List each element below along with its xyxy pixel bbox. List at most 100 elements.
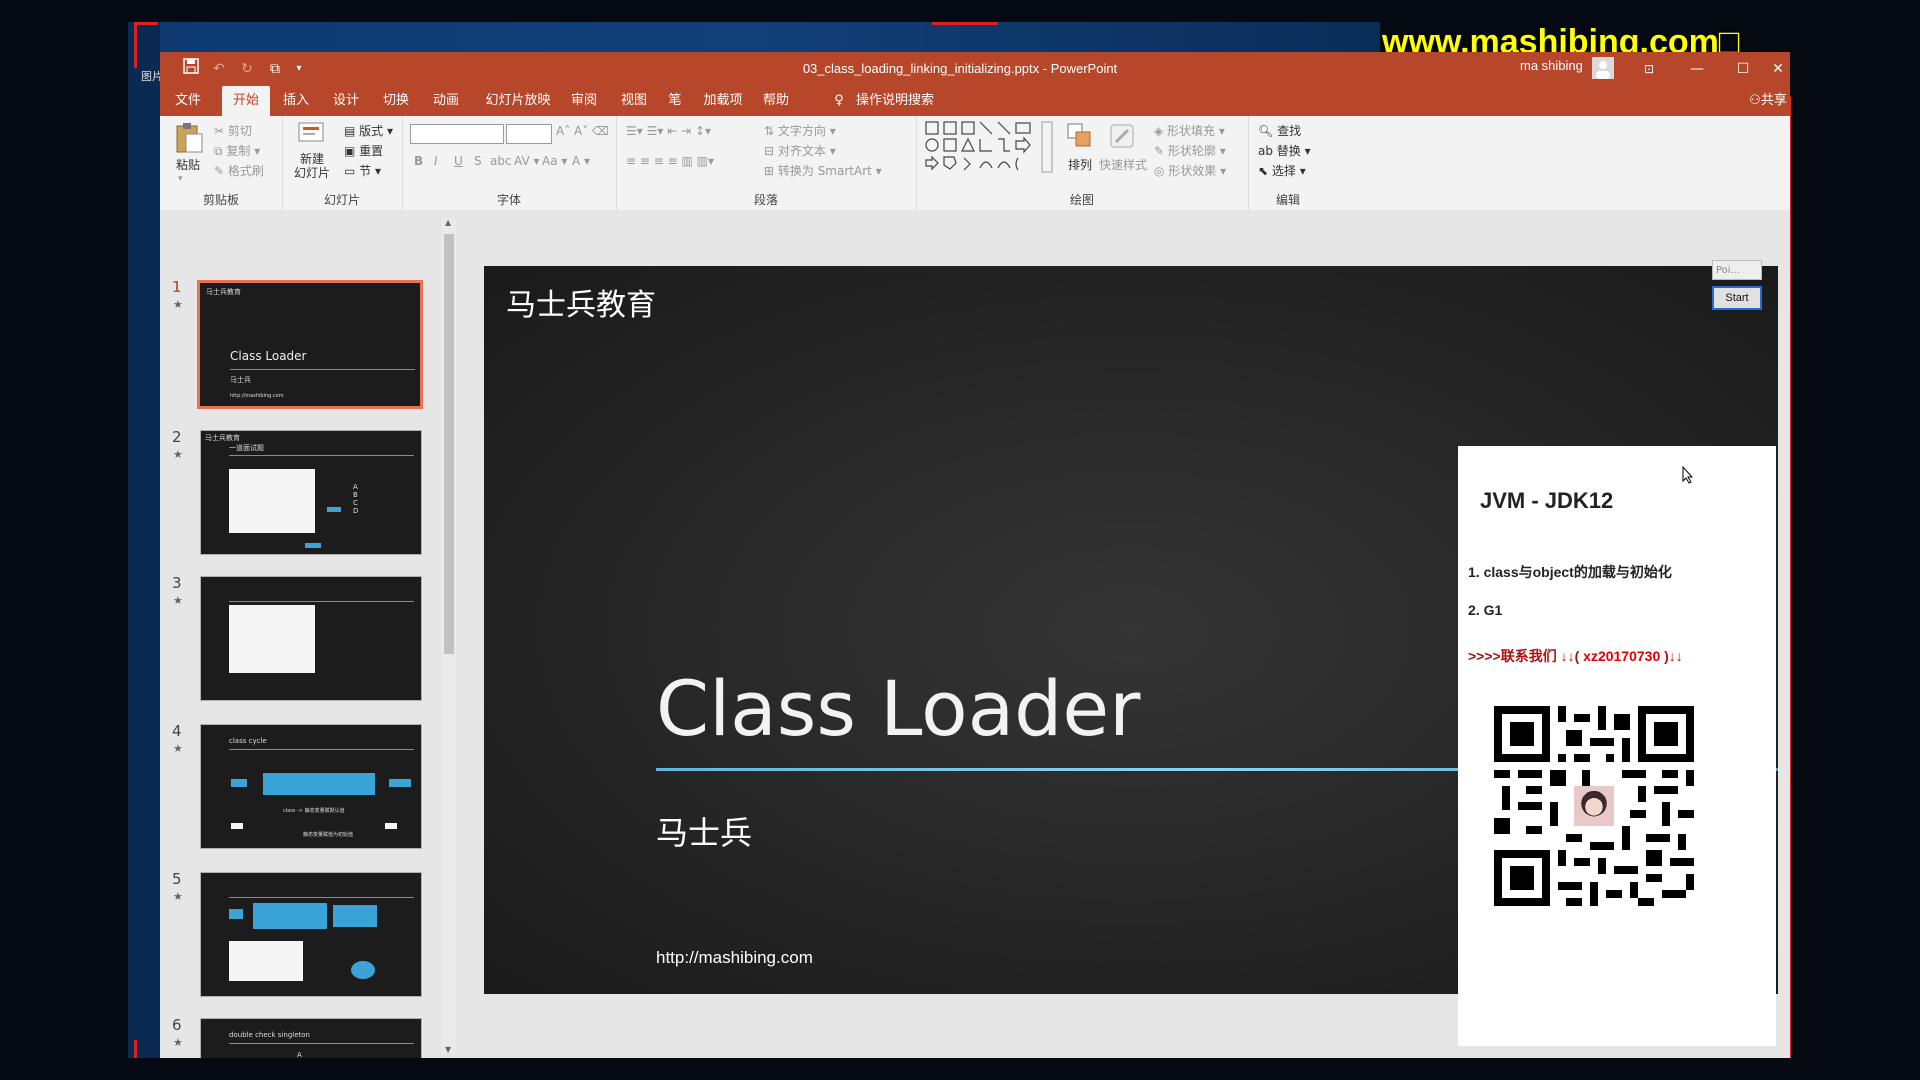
thumb-number: 2 (172, 428, 182, 446)
group-paragraph: ☰▾ ☰▾ ⇤ ⇥ ↕▾ ≡ ≡ ≡ ≡ ▥ ▥▾ ⇅ 文字方向 ▾ ⊟ 对齐文… (616, 116, 917, 210)
customize-qat-icon[interactable]: ▾ (288, 58, 310, 80)
thumb-number: 6 (172, 1016, 182, 1034)
tab-animations[interactable]: 动画 (426, 86, 466, 116)
tell-me-search[interactable]: 操作说明搜索 (856, 86, 956, 116)
pointer-input[interactable]: Poi... (1712, 260, 1762, 280)
paste-label[interactable]: 粘贴 (170, 156, 206, 173)
panel-title: JVM - JDK12 (1480, 488, 1614, 513)
panel-contact: >>>>联系我们 ↓↓( xz20170730 )↓↓ (1468, 648, 1683, 664)
redo-icon[interactable]: ↻ (236, 58, 258, 80)
present-from-start-icon[interactable]: ⧉ (264, 58, 286, 80)
new-slide-label[interactable]: 新建 幻灯片 (290, 152, 334, 180)
font-size-input[interactable] (506, 124, 552, 144)
format-painter-button[interactable]: ✎ 格式刷 (214, 162, 264, 179)
section-button[interactable]: ▭ 节 ▾ (344, 162, 381, 179)
layout-button[interactable]: ▤ 版式 ▾ (344, 122, 393, 139)
slide-brand[interactable]: 马士兵教育 (506, 280, 656, 324)
group-label: 编辑 (1275, 193, 1300, 207)
maximize-button[interactable]: ☐ (1720, 52, 1766, 86)
bullets-button[interactable]: ☰▾ ☰▾ ⇤ ⇥ ↕▾ (626, 124, 711, 138)
user-name[interactable]: ma shibing (1520, 58, 1583, 73)
cut-button[interactable]: ✂ 剪切 (214, 122, 252, 139)
group-label: 字体 (496, 193, 521, 207)
quick-styles-label[interactable]: 快速样式 (1098, 156, 1148, 173)
new-slide-icon[interactable] (298, 122, 328, 150)
slide-url[interactable]: http://mashibing.com (656, 948, 813, 968)
group-label: 绘图 (1069, 193, 1094, 207)
group-drawing: 排列 快速样式 ◈ 形状填充 ▾ ✎ 形状轮廓 ▾ ◎ 形状效果 ▾ 绘图 (916, 116, 1249, 210)
align-text-button[interactable]: ⊟ 对齐文本 ▾ (764, 142, 836, 159)
group-font: A˄ A˅ ⌫ B I U S abc AV ▾ Aa ▾ A ▾ 字体 (402, 116, 617, 210)
find-button[interactable]: 🔍︎ 查找 (1258, 122, 1301, 139)
italic-button[interactable]: I (434, 154, 438, 168)
panel-item-1: 1. class与object的加载与初始化 (1468, 564, 1672, 580)
underline-button[interactable]: U (454, 154, 463, 168)
quick-styles-icon[interactable] (1108, 122, 1136, 150)
tab-slideshow[interactable]: 幻灯片放映 (482, 86, 554, 116)
bold-button[interactable]: B (414, 154, 423, 168)
lightbulb-icon: ♀ (834, 93, 844, 108)
tab-view[interactable]: 视图 (614, 86, 654, 116)
shape-fill-button[interactable]: ◈ 形状填充 ▾ (1154, 122, 1225, 139)
start-button[interactable]: Start (1712, 286, 1762, 310)
char-spacing-button[interactable]: AV ▾ (514, 154, 540, 168)
thumb-number-selected: 1 (172, 278, 182, 296)
slide-thumbnail-3[interactable] (200, 576, 422, 701)
paste-icon[interactable] (174, 122, 204, 154)
share-button[interactable]: ⚇共享 (1748, 86, 1788, 116)
minimize-button[interactable]: — (1674, 52, 1720, 86)
thumbnails-scrollbar[interactable]: ▲ ▼ (442, 218, 456, 1054)
tab-design[interactable]: 设计 (326, 86, 366, 116)
background-window-edge (128, 22, 160, 1058)
avatar[interactable] (1592, 57, 1614, 79)
convert-smartart-button[interactable]: ⊞ 转换为 SmartArt ▾ (764, 162, 882, 179)
change-case-button[interactable]: Aa ▾ (542, 154, 567, 168)
font-size-controls[interactable]: A˄ A˅ ⌫ (556, 124, 609, 138)
save-icon[interactable] (180, 58, 202, 80)
slide-author[interactable]: 马士兵 (656, 808, 752, 854)
slide-thumbnail-2[interactable]: 马士兵教育 一道面试题 A B C D (200, 430, 422, 555)
scrollbar-thumb[interactable] (444, 234, 454, 654)
ribbon-display-options-icon[interactable]: ⊡ (1626, 52, 1672, 86)
shape-effects-button[interactable]: ◎ 形状效果 ▾ (1154, 162, 1226, 179)
shadow-button[interactable]: S (474, 154, 482, 168)
strikethrough-button[interactable]: abc (490, 154, 512, 168)
reset-button[interactable]: ▣ 重置 (344, 142, 383, 159)
alignment-buttons[interactable]: ≡ ≡ ≡ ≡ ▥ ▥▾ (626, 154, 714, 168)
arrange-icon[interactable] (1066, 122, 1094, 150)
font-name-input[interactable] (410, 124, 504, 144)
arrange-label[interactable]: 排列 (1062, 156, 1098, 173)
scroll-down-icon[interactable]: ▼ (445, 1045, 451, 1054)
slide-thumbnail-4[interactable]: class cycle class -> 静态变量赋默认值 静态变量赋值为初始值 (200, 724, 422, 849)
tab-home[interactable]: 开始 (222, 86, 270, 116)
qr-code (1494, 706, 1694, 906)
animation-star-icon: ★ (173, 298, 183, 311)
close-button[interactable]: ✕ (1766, 52, 1790, 86)
tab-help[interactable]: 帮助 (756, 86, 796, 116)
slide-thumbnail-5[interactable] (200, 872, 422, 997)
animation-star-icon: ★ (173, 890, 183, 903)
text-direction-button[interactable]: ⇅ 文字方向 ▾ (764, 122, 836, 139)
tab-transitions[interactable]: 切换 (376, 86, 416, 116)
scroll-up-icon[interactable]: ▲ (445, 218, 451, 227)
group-editing: 🔍︎ 查找 ab 替换 ▾ ⬉ 选择 ▾ 编辑 (1248, 116, 1328, 210)
tab-pen[interactable]: 笔 (662, 86, 688, 116)
tab-addins[interactable]: 加载项 (698, 86, 748, 116)
frame-line (932, 22, 998, 25)
slide-thumbnail-6[interactable]: double check singleton A (200, 1018, 422, 1058)
paste-dropdown-icon[interactable]: ▾ (178, 174, 183, 184)
tab-review[interactable]: 审阅 (564, 86, 604, 116)
shape-outline-button[interactable]: ✎ 形状轮廓 ▾ (1154, 142, 1226, 159)
tab-insert[interactable]: 插入 (276, 86, 316, 116)
replace-button[interactable]: ab 替换 ▾ (1258, 142, 1311, 159)
font-color-button[interactable]: A ▾ (572, 154, 590, 168)
shapes-gallery[interactable] (924, 120, 1060, 174)
select-button[interactable]: ⬉ 选择 ▾ (1258, 162, 1306, 179)
undo-icon[interactable]: ↶ (208, 58, 230, 80)
frame-line (134, 22, 137, 68)
slide-thumbnail-1[interactable]: 马士兵教育 Class Loader 马士兵 http://mashibing.… (197, 280, 423, 409)
tab-file[interactable]: 文件 (168, 86, 208, 116)
copy-button[interactable]: ⧉ 复制 ▾ (214, 142, 260, 159)
slide-title[interactable]: Class Loader (656, 664, 1140, 753)
group-clipboard: 粘贴 ▾ ✂ 剪切 ⧉ 复制 ▾ ✎ 格式刷 剪贴板 (160, 116, 283, 210)
